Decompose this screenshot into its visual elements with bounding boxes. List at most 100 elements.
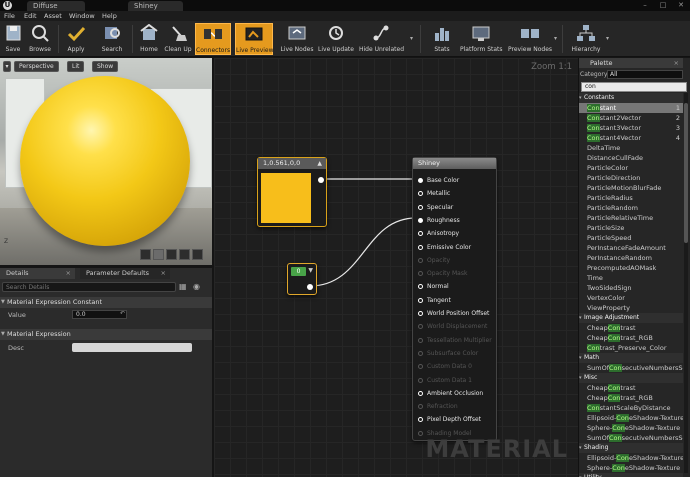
- palette-item[interactable]: PerInstanceFadeAmount: [579, 243, 683, 253]
- material-input-pin[interactable]: Opacity: [418, 255, 450, 266]
- hierarchy-button[interactable]: Hierarchy: [568, 23, 604, 55]
- material-input-pin[interactable]: Refraction: [418, 401, 458, 412]
- palette-category[interactable]: Math: [579, 353, 683, 363]
- palette-item[interactable]: ParticleRandom: [579, 203, 683, 213]
- palette-item[interactable]: Ellipsoid-ConeShadow-Texture: [579, 413, 683, 423]
- material-result-node[interactable]: Shiney Base Color Metallic Specular Roughne…: [412, 157, 497, 441]
- details-search-input[interactable]: [3, 283, 163, 292]
- palette-item[interactable]: ParticleSize: [579, 223, 683, 233]
- menu-help[interactable]: Help: [102, 11, 117, 21]
- eye-icon[interactable]: ◉: [193, 282, 200, 291]
- palette-scrollbar[interactable]: [684, 93, 688, 473]
- palette-category[interactable]: Utility: [579, 473, 683, 477]
- pin-dot-icon[interactable]: [418, 297, 423, 303]
- palette-item[interactable]: ParticleColor: [579, 163, 683, 173]
- material-graph[interactable]: Zoom 1:1 1,0.561,0,0 ▲ 0 ▼ Shiney Base C…: [214, 58, 578, 477]
- close-icon[interactable]: ×: [66, 268, 71, 279]
- pin-dot-icon[interactable]: [418, 244, 423, 250]
- palette-item[interactable]: Constant 1: [579, 103, 683, 113]
- palette-item[interactable]: Sphere-ConeShadow-Texture: [579, 423, 683, 433]
- preview-nodes-button[interactable]: Preview Nodes: [508, 23, 552, 55]
- material-input-pin[interactable]: World Position Offset: [418, 308, 489, 319]
- pin-dot-icon[interactable]: [418, 284, 423, 290]
- palette-item[interactable]: DeltaTime: [579, 143, 683, 153]
- desc-field[interactable]: [72, 343, 192, 352]
- palette-item[interactable]: CheapContrast_RGB: [579, 333, 683, 343]
- minimize-button[interactable]: –: [636, 0, 654, 10]
- close-icon[interactable]: ×: [674, 58, 679, 68]
- collapse-icon[interactable]: ▲: [317, 160, 322, 167]
- material-preview-viewport[interactable]: ▾ Perspective Lit Show Z: [0, 58, 212, 265]
- platform-stats-button[interactable]: Platform Stats: [460, 23, 503, 55]
- palette-item[interactable]: Constant4Vector 4: [579, 133, 683, 143]
- material-input-pin[interactable]: Opacity Mask: [418, 268, 467, 279]
- material-input-pin[interactable]: World Displacement: [418, 321, 487, 332]
- hierarchy-dropdown-icon[interactable]: ▾: [606, 35, 609, 42]
- palette-item[interactable]: Constant3Vector 3: [579, 123, 683, 133]
- material-input-pin[interactable]: Emissive Color: [418, 242, 471, 253]
- tab-parameter-defaults[interactable]: Parameter Defaults ×: [80, 268, 170, 279]
- pin-dot-icon[interactable]: [418, 404, 423, 410]
- pin-dot-icon[interactable]: [418, 191, 423, 197]
- palette-item[interactable]: ParticleMotionBlurFade: [579, 183, 683, 193]
- perspective-button[interactable]: Perspective: [14, 61, 59, 72]
- pin-dot-icon[interactable]: [418, 231, 423, 237]
- collapse-icon[interactable]: ▼: [308, 267, 313, 274]
- maximize-button[interactable]: □: [654, 0, 672, 10]
- section-material-expression-constant[interactable]: ▼ Material Expression Constant: [0, 297, 212, 308]
- live-nodes-button[interactable]: Live Nodes: [280, 23, 314, 55]
- home-button[interactable]: Home: [136, 23, 162, 55]
- palette-category[interactable]: Shading: [579, 443, 683, 453]
- search-button[interactable]: Search: [98, 23, 126, 55]
- material-input-pin[interactable]: Base Color: [418, 175, 459, 186]
- tab-details[interactable]: Details ×: [0, 268, 75, 279]
- pin-dot-icon[interactable]: [418, 204, 423, 210]
- palette-item[interactable]: TwoSidedSign: [579, 283, 683, 293]
- stats-button[interactable]: Stats: [428, 23, 456, 55]
- hide-unrelated-button[interactable]: Hide Unrelated: [359, 23, 404, 55]
- palette-item[interactable]: Time: [579, 273, 683, 283]
- show-button[interactable]: Show: [92, 61, 119, 72]
- palette-item[interactable]: ParticleDirection: [579, 173, 683, 183]
- pin-dot-icon[interactable]: [418, 311, 423, 316]
- palette-item[interactable]: ParticleRelativeTime: [579, 213, 683, 223]
- teapot-preview-icon[interactable]: [192, 249, 203, 260]
- browse-button[interactable]: Browse: [26, 23, 54, 55]
- material-input-pin[interactable]: Roughness: [418, 215, 460, 226]
- pin-dot-icon[interactable]: [418, 257, 423, 263]
- save-button[interactable]: Save: [2, 23, 24, 55]
- apply-button[interactable]: Apply: [62, 23, 90, 55]
- viewport-options-icon[interactable]: ▾: [3, 61, 11, 72]
- constant3vector-node[interactable]: 1,0.561,0,0 ▲: [257, 157, 327, 227]
- pin-dot-icon[interactable]: [418, 390, 423, 396]
- output-pin[interactable]: [307, 284, 313, 290]
- palette-item[interactable]: CheapContrast_RGB: [579, 393, 683, 403]
- material-input-pin[interactable]: Tangent: [418, 295, 451, 306]
- material-input-pin[interactable]: Pixel Depth Offset: [418, 414, 481, 425]
- palette-item[interactable]: PrecomputedAOMask: [579, 263, 683, 273]
- material-input-pin[interactable]: Anisotropy: [418, 228, 459, 239]
- category-dropdown[interactable]: All: [607, 70, 683, 79]
- palette-tab[interactable]: Palette ×: [579, 58, 683, 68]
- hide-unrelated-dropdown-icon[interactable]: ▾: [410, 35, 413, 42]
- pin-dot-icon[interactable]: [418, 417, 423, 423]
- constant-node[interactable]: 0 ▼: [287, 263, 317, 295]
- connectors-button[interactable]: Connectors: [195, 23, 231, 55]
- material-input-pin[interactable]: Specular: [418, 202, 453, 213]
- lit-button[interactable]: Lit: [67, 61, 85, 72]
- value-field[interactable]: 0.0: [72, 310, 127, 319]
- pin-dot-icon[interactable]: [418, 377, 423, 383]
- palette-category[interactable]: Image Adjustment: [579, 313, 683, 323]
- menu-file[interactable]: File: [4, 11, 15, 21]
- sphere-preview-icon[interactable]: [153, 249, 164, 260]
- palette-item[interactable]: Constant2Vector 2: [579, 113, 683, 123]
- palette-item[interactable]: CheapContrast: [579, 323, 683, 333]
- palette-item[interactable]: Sphere-ConeShadow-Texture: [579, 463, 683, 473]
- palette-search-input[interactable]: con: [581, 82, 687, 92]
- clean-up-button[interactable]: Clean Up: [164, 23, 192, 55]
- palette-category[interactable]: Constants: [579, 93, 683, 103]
- section-material-expression[interactable]: ▼ Material Expression: [0, 329, 212, 340]
- palette-item[interactable]: Ellipsoid-ConeShadow-Texture: [579, 453, 683, 463]
- tab-shiney[interactable]: Shiney: [128, 1, 183, 11]
- palette-item[interactable]: Contrast_Preserve_Color: [579, 343, 683, 353]
